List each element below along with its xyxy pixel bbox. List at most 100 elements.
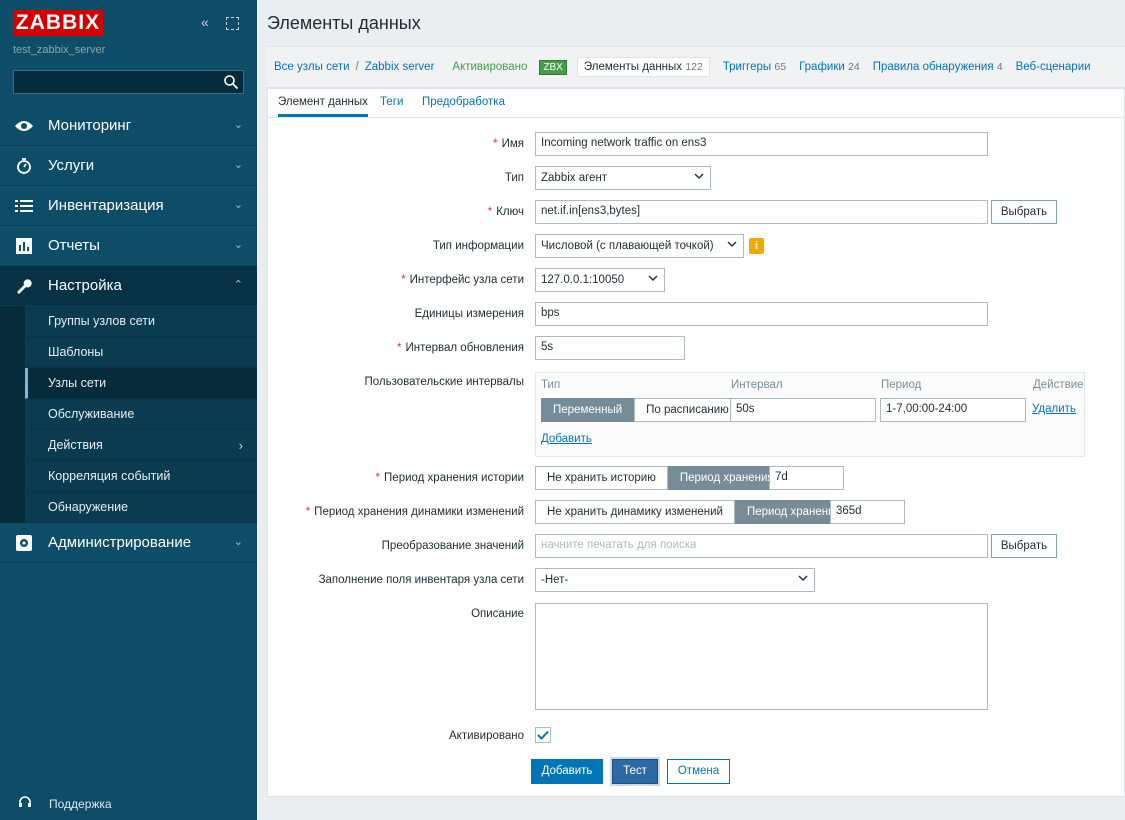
key-input[interactable]: net.if.in[ens3,bytes] [535,200,988,224]
interval-input[interactable]: 5s [535,336,685,360]
description-textarea[interactable] [535,603,988,710]
value-map-label: Преобразование значений [381,540,524,552]
name-input[interactable]: Incoming network traffic on ens3 [535,132,988,156]
chevron-down-icon: ⌄ [233,159,243,171]
breadcrumb-host[interactable]: Zabbix server [365,61,435,73]
enabled-checkbox[interactable] [535,727,551,743]
menu-inventory[interactable]: Инвентаризация ⌄ [0,186,257,226]
main-menu: Мониторинг ⌄ Услуги ⌄ Инвентаризация ⌄ О… [0,106,257,563]
column-header-action: Действие [1033,379,1084,391]
interface-label: * Интерфейс узла сети [401,274,524,286]
trends-input[interactable]: 365d [830,500,905,524]
value-map-select-button[interactable]: Выбрать [991,534,1057,558]
form-tabs: Элемент данных Теги Предобработка [268,89,1124,118]
tab-preprocessing[interactable]: Предобработка [422,96,505,108]
breadcrumb-separator: / [355,61,359,73]
test-button[interactable]: Тест [612,759,658,784]
enabled-label: Активировано [449,730,524,742]
history-storage-period-option[interactable]: Период хранения [667,466,786,490]
chevron-down-icon: ⌄ [233,239,243,251]
search-input[interactable] [13,70,244,94]
column-header-interval: Интервал [731,379,783,391]
search-icon[interactable] [223,74,239,90]
tab-tags[interactable]: Теги [380,96,403,108]
interface-select[interactable]: 127.0.0.1:10050 [535,268,665,292]
add-interval-link[interactable]: Добавить [541,433,592,445]
zbx-availability-badge: ZBX [539,59,567,75]
submenu-discovery[interactable]: Обнаружение [25,492,257,523]
collapse-sidebar-icon[interactable]: « [201,14,209,30]
configuration-submenu: Группы узлов сети Шаблоны Узлы сети Обсл… [0,306,257,523]
chevron-down-icon: ⌄ [233,199,243,211]
tab-discovery-rules[interactable]: Правила обнаружения 4 [873,61,1003,73]
submenu-hosts[interactable]: Узлы сети [25,368,257,399]
column-header-type: Тип [541,379,561,391]
submenu-host-groups[interactable]: Группы узлов сети [25,306,257,337]
support-link[interactable]: Поддержка [18,795,112,812]
type-label: Тип [504,172,524,184]
required-mark: * [375,472,381,484]
info-type-select[interactable]: Числовой (с плавающей точкой) [535,234,744,258]
scheduling-option[interactable]: По расписанию [634,398,741,422]
chevron-right-icon: › [238,437,243,453]
required-mark: * [493,138,498,150]
units-input[interactable]: bps [535,302,988,326]
host-status[interactable]: Активировано [452,61,527,73]
label-text: Ключ [496,206,524,218]
history-do-not-keep-option[interactable]: Не хранить историю [535,466,668,490]
submenu-actions[interactable]: Действия › [25,430,257,461]
kiosk-mode-icon[interactable] [226,17,239,30]
zabbix-logo[interactable]: ZABBIX [13,10,103,36]
chevron-down-icon: ⌄ [233,119,243,131]
tab-label: Триггеры [722,61,772,73]
menu-monitoring[interactable]: Мониторинг ⌄ [0,106,257,146]
menu-reports[interactable]: Отчеты ⌄ [0,226,257,266]
cancel-button[interactable]: Отмена [667,759,730,784]
type-select[interactable]: Zabbix агент [535,166,711,190]
menu-label: Инвентаризация [48,197,164,214]
eye-icon [0,119,48,133]
menu-administration[interactable]: Администрирование ⌄ [0,523,257,563]
menu-configuration[interactable]: Настройка ⌃ [0,266,257,306]
tab-items[interactable]: Элементы данных 122 [576,57,710,77]
value-map-input[interactable]: начните печатать для поиска [535,534,988,558]
name-label: * Имя [493,138,524,150]
inventory-label: Заполнение поля инвентаря узла сети [318,574,524,586]
tab-triggers[interactable]: Триггеры 65 [723,61,786,73]
chart-icon [0,237,48,254]
chevron-up-icon: ⌃ [233,279,243,291]
info-type-label: Тип информации [432,240,524,252]
tab-item[interactable]: Элемент данных [278,96,368,117]
menu-label: Отчеты [48,237,100,254]
inventory-select[interactable]: -Нет- [535,568,815,592]
menu-services[interactable]: Услуги ⌄ [0,146,257,186]
clock-icon [0,157,48,174]
history-label: * Период хранения истории [376,472,524,484]
headset-icon [18,795,49,812]
menu-label: Настройка [48,277,122,294]
select-value: -Нет- [541,574,569,586]
tab-label: Графики [799,61,845,73]
custom-interval-input[interactable]: 50s [730,398,876,422]
custom-period-input[interactable]: 1-7,00:00-24:00 [880,398,1026,422]
menu-label: Администрирование [48,534,192,551]
history-input[interactable]: 7d [769,466,844,490]
tab-graphs[interactable]: Графики 24 [799,61,860,73]
breadcrumb-all-hosts[interactable]: Все узлы сети [274,61,350,73]
chevron-down-icon [727,241,737,247]
submenu-maintenance[interactable]: Обслуживание [25,399,257,430]
menu-label: Услуги [48,157,95,174]
server-name: test_zabbix_server [13,44,106,56]
submenu-label: Действия [48,438,103,452]
trends-do-not-keep-option[interactable]: Не хранить динамику изменений [535,500,735,524]
submenu-event-correlation[interactable]: Корреляция событий [25,461,257,492]
flexible-option[interactable]: Переменный [541,398,635,422]
submenu-templates[interactable]: Шаблоны [25,337,257,368]
remove-interval-link[interactable]: Удалить [1032,403,1076,415]
select-value: 127.0.0.1:10050 [541,274,625,286]
info-warning-icon[interactable]: i [749,238,764,254]
trends-label: * Период хранения динамики изменений [306,506,524,518]
tab-web-scenarios[interactable]: Веб-сценарии [1016,61,1091,73]
key-select-button[interactable]: Выбрать [991,200,1057,224]
add-button[interactable]: Добавить [531,759,603,784]
